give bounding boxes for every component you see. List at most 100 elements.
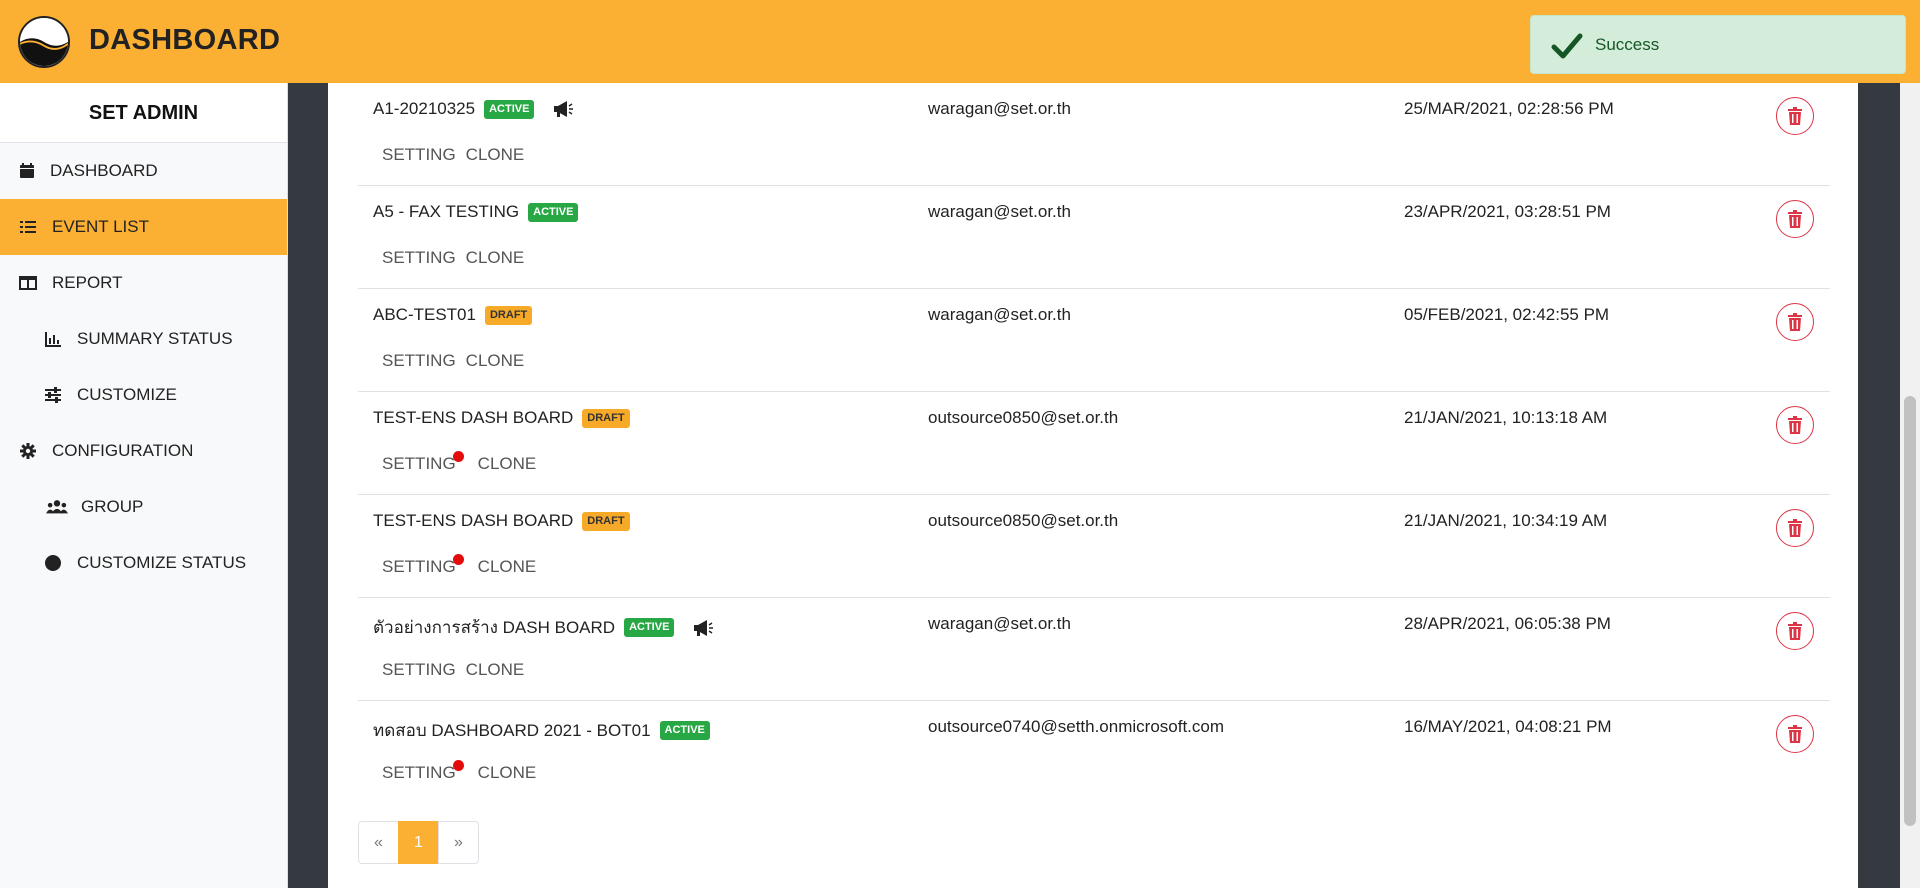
row-actions: SETTING CLONE: [382, 554, 546, 577]
toast-message: Success: [1595, 35, 1660, 54]
delete-button[interactable]: [1776, 406, 1814, 444]
event-name: ตัวอย่างการสร้าง DASH BOARD ACTIVE: [373, 614, 714, 641]
setting-link[interactable]: SETTING: [382, 145, 456, 165]
sidebar-item-label: GROUP: [81, 497, 144, 516]
delete-button[interactable]: [1776, 97, 1814, 135]
scrollbar-thumb[interactable]: [1904, 396, 1916, 826]
status-badge: ACTIVE: [659, 721, 710, 740]
clone-link[interactable]: CLONE: [478, 454, 537, 474]
circle-icon: [43, 553, 63, 573]
pagination: « 1 »: [358, 821, 479, 864]
notification-dot: [452, 760, 464, 771]
clone-link[interactable]: CLONE: [466, 248, 525, 268]
page-1-button[interactable]: 1: [398, 821, 439, 864]
clone-link[interactable]: CLONE: [466, 660, 525, 680]
row-actions: SETTING CLONE: [382, 351, 534, 371]
status-badge: ACTIVE: [624, 618, 675, 637]
clone-link[interactable]: CLONE: [466, 145, 525, 165]
row-actions: SETTING CLONE: [382, 660, 534, 680]
status-badge: DRAFT: [484, 305, 533, 325]
delete-button[interactable]: [1776, 509, 1814, 547]
delete-button[interactable]: [1776, 200, 1814, 238]
clone-link[interactable]: CLONE: [478, 763, 537, 783]
table-row: ABC-TEST01 DRAFT SETTING CLONE waragan@s…: [358, 289, 1830, 392]
sidebar-item-label: CUSTOMIZE STATUS: [77, 553, 247, 572]
prev-page-button[interactable]: «: [358, 821, 399, 864]
event-email: waragan@set.or.th: [928, 614, 1071, 633]
row-actions: SETTING CLONE: [382, 760, 546, 783]
table-row: TEST-ENS DASH BOARD DRAFT SETTING CLONE …: [358, 392, 1830, 495]
table-row: TEST-ENS DASH BOARD DRAFT SETTING CLONE …: [358, 495, 1830, 598]
event-name-text[interactable]: A5 - FAX TESTING: [373, 202, 519, 222]
event-name-text[interactable]: A1-20210325: [373, 99, 475, 119]
sidebar-item-label: DASHBOARD: [50, 161, 158, 180]
setting-link[interactable]: SETTING: [382, 451, 464, 474]
sidebar-item-customize[interactable]: CUSTOMIZE: [0, 367, 287, 423]
sidebar-item-configuration[interactable]: CONFIGURATION: [0, 423, 287, 479]
sidebar-item-label: EVENT LIST: [52, 217, 149, 236]
sidebar-item-customize-status[interactable]: CUSTOMIZE STATUS: [0, 535, 287, 591]
delete-button[interactable]: [1776, 612, 1814, 650]
event-date: 05/FEB/2021, 02:42:55 PM: [1404, 305, 1610, 324]
table-row: ตัวอย่างการสร้าง DASH BOARD ACTIVE SETTI…: [358, 598, 1830, 701]
row-actions: SETTING CLONE: [382, 451, 546, 474]
event-name-text[interactable]: ทดสอบ DASHBOARD 2021 - BOT01: [373, 717, 651, 744]
row-actions: SETTING CLONE: [382, 248, 534, 268]
sidebar-item-dashboard[interactable]: DASHBOARD: [0, 143, 287, 199]
scrollbar[interactable]: [1900, 83, 1920, 888]
gear-icon: [18, 441, 38, 461]
event-email: waragan@set.or.th: [928, 202, 1071, 221]
event-date: 21/JAN/2021, 10:34:19 AM: [1404, 511, 1608, 530]
trash-icon: [1788, 313, 1802, 331]
trash-icon: [1788, 622, 1802, 640]
delete-button[interactable]: [1776, 715, 1814, 753]
setting-link[interactable]: SETTING: [382, 351, 456, 371]
notification-dot: [452, 554, 464, 565]
setting-label: SETTING: [382, 763, 456, 782]
event-name: TEST-ENS DASH BOARD DRAFT: [373, 408, 630, 428]
next-page-button[interactable]: »: [438, 821, 479, 864]
sidebar-item-group[interactable]: GROUP: [0, 479, 287, 535]
status-badge: DRAFT: [582, 408, 630, 428]
sidebar-item-event-list[interactable]: EVENT LIST: [0, 199, 287, 255]
event-name-text[interactable]: TEST-ENS DASH BOARD: [373, 511, 573, 531]
event-name-text[interactable]: TEST-ENS DASH BOARD: [373, 408, 573, 428]
clone-link[interactable]: CLONE: [478, 557, 537, 577]
event-date: 28/APR/2021, 06:05:38 PM: [1404, 614, 1611, 633]
megaphone-icon: [694, 619, 714, 636]
event-name: ทดสอบ DASHBOARD 2021 - BOT01 ACTIVE: [373, 717, 710, 744]
trash-icon: [1788, 416, 1802, 434]
setting-label: SETTING: [382, 454, 456, 473]
setting-link[interactable]: SETTING: [382, 760, 464, 783]
setting-link[interactable]: SETTING: [382, 554, 464, 577]
sidebar-item-summary-status[interactable]: SUMMARY STATUS: [0, 311, 287, 367]
event-email: outsource0850@set.or.th: [928, 511, 1119, 530]
event-name-text[interactable]: ตัวอย่างการสร้าง DASH BOARD: [373, 614, 615, 641]
event-date: 16/MAY/2021, 04:08:21 PM: [1404, 717, 1612, 736]
sidebar: SET ADMIN DASHBOARD EVENT LIST REPORT SU…: [0, 83, 288, 888]
event-name-text[interactable]: ABC-TEST01: [373, 305, 476, 325]
bar-chart-icon: [43, 329, 63, 349]
clone-link[interactable]: CLONE: [466, 351, 525, 371]
sidebar-item-label: REPORT: [52, 273, 123, 292]
sliders-icon: [43, 385, 63, 405]
megaphone-icon: [554, 101, 574, 117]
setting-label: SETTING: [382, 557, 456, 576]
sidebar-title: SET ADMIN: [0, 83, 287, 143]
setting-link[interactable]: SETTING: [382, 660, 456, 680]
event-name: TEST-ENS DASH BOARD DRAFT: [373, 511, 630, 531]
logo-icon[interactable]: [18, 16, 70, 68]
event-email: waragan@set.or.th: [928, 99, 1071, 118]
event-date: 21/JAN/2021, 10:13:18 AM: [1404, 408, 1608, 427]
app-title[interactable]: DASHBOARD: [89, 24, 280, 57]
sidebar-item-report[interactable]: REPORT: [0, 255, 287, 311]
list-icon: [18, 217, 38, 237]
event-name: ABC-TEST01 DRAFT: [373, 305, 533, 325]
table-row: A5 - FAX TESTING ACTIVE SETTING CLONE wa…: [358, 186, 1830, 289]
event-name: A5 - FAX TESTING ACTIVE: [373, 202, 579, 222]
users-icon: [45, 497, 69, 517]
trash-icon: [1788, 107, 1802, 125]
delete-button[interactable]: [1776, 303, 1814, 341]
event-email: outsource0740@setth.onmicrosoft.com: [928, 717, 1225, 736]
setting-link[interactable]: SETTING: [382, 248, 456, 268]
